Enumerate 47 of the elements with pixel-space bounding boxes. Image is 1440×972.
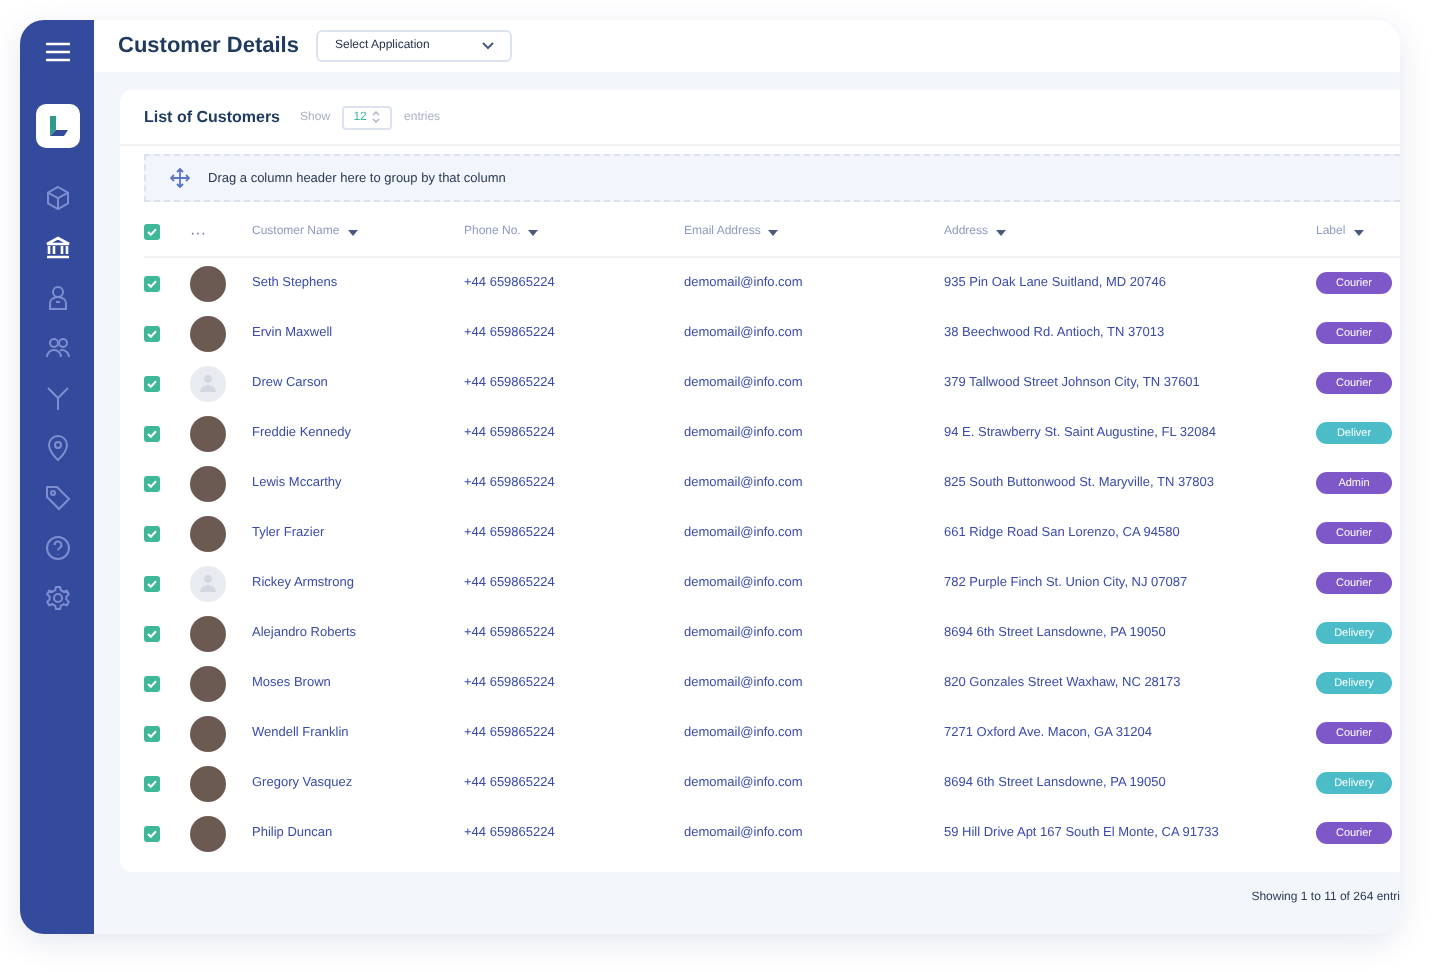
checkbox[interactable] — [144, 375, 160, 391]
sort-caret-icon[interactable] — [528, 229, 539, 235]
checkbox[interactable] — [144, 625, 160, 641]
sort-caret-icon[interactable] — [996, 229, 1007, 235]
photo-placeholder — [190, 265, 226, 301]
checkbox[interactable] — [144, 275, 160, 291]
fork-icon[interactable] — [43, 384, 71, 412]
tag-icon[interactable] — [43, 484, 71, 512]
move-icon — [170, 168, 190, 188]
checkbox[interactable] — [144, 725, 160, 741]
settings-icon[interactable] — [43, 584, 71, 612]
avatar-placeholder — [190, 365, 226, 401]
checkbox[interactable] — [144, 325, 160, 341]
checkbox[interactable] — [144, 475, 160, 491]
photo-placeholder — [190, 765, 226, 801]
photo-placeholder — [190, 415, 226, 451]
photo-placeholder — [190, 315, 226, 351]
more-menu[interactable]: ··· — [190, 223, 252, 241]
photo-placeholder — [190, 465, 226, 501]
checkbox[interactable] — [144, 825, 160, 841]
sort-caret-icon[interactable] — [1353, 229, 1364, 235]
sort-caret-icon[interactable] — [768, 229, 779, 235]
users-icon[interactable] — [43, 334, 71, 362]
pin-icon[interactable] — [43, 434, 71, 462]
card-title: List of Customers — [144, 108, 281, 126]
bank-icon[interactable] — [43, 234, 71, 262]
avatar-placeholder — [190, 565, 226, 601]
checkbox[interactable] — [144, 224, 160, 240]
photo-placeholder — [190, 615, 226, 651]
photo-placeholder — [190, 715, 226, 751]
checkbox[interactable] — [144, 775, 160, 791]
logo-icon — [35, 104, 79, 148]
photo-placeholder — [190, 515, 226, 551]
page-title: Customer Details — [118, 34, 299, 58]
user-badge-icon[interactable] — [43, 284, 71, 312]
cube-icon[interactable] — [43, 184, 71, 212]
photo-placeholder — [190, 665, 226, 701]
checkbox[interactable] — [144, 525, 160, 541]
help-icon[interactable] — [43, 534, 71, 562]
stepper-icon[interactable] — [372, 110, 381, 124]
photo-placeholder — [190, 815, 226, 851]
menu-icon[interactable] — [43, 40, 71, 64]
checkbox[interactable] — [144, 575, 160, 591]
checkbox[interactable] — [144, 675, 160, 691]
chevron-down-icon — [482, 42, 495, 50]
checkbox[interactable] — [144, 425, 160, 441]
sort-caret-icon[interactable] — [347, 229, 358, 235]
